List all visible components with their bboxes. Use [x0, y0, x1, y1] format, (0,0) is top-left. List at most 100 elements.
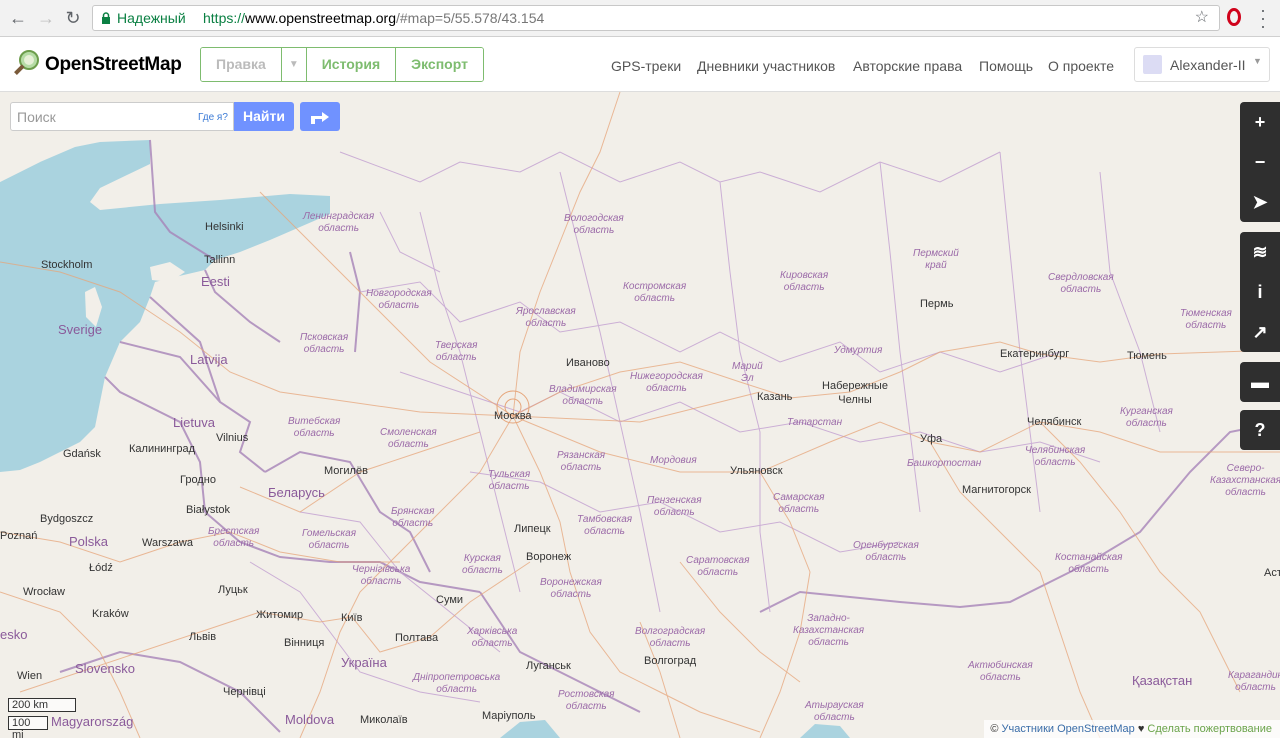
where-am-i-link[interactable]: Где я? — [198, 112, 228, 123]
city-label: Иваново — [566, 357, 610, 369]
region-label: Башкортостан — [907, 458, 982, 469]
city-label: Чернівці — [223, 686, 266, 698]
city-label: Łódź — [89, 562, 113, 574]
share-icon[interactable]: ↗ — [1240, 312, 1280, 352]
region-label: Гомельская область — [302, 528, 357, 551]
city-label: Wrocław — [23, 586, 65, 598]
opera-extension-icon[interactable] — [1227, 8, 1241, 26]
search-button[interactable]: Найти — [234, 102, 294, 131]
search-field[interactable]: Поиск Где я? — [10, 102, 234, 131]
region-label: Воронежская область — [540, 577, 602, 600]
address-bar[interactable]: Надежный https://www.openstreetmap.org/#… — [92, 5, 1220, 31]
region-label: Свердловская область — [1048, 272, 1114, 295]
site-header: OpenStreetMap Правка ▼ История Экспорт G… — [0, 37, 1280, 92]
forward-arrow-icon[interactable]: → — [36, 8, 56, 28]
comment-icon[interactable]: ▬ — [1240, 362, 1280, 402]
copyright-symbol: © — [990, 723, 999, 735]
region-label: Челябинская область — [1025, 445, 1086, 468]
nav-gps-traces[interactable]: GPS-треки — [611, 58, 681, 74]
region-label: Марий Эл — [732, 361, 763, 384]
city-label-edge: Аст — [1264, 567, 1280, 579]
map-canvas[interactable]: Eesti Sverige Latvija Lietuva Беларусь P… — [0, 92, 1280, 738]
region-label: Псковская область — [300, 332, 349, 355]
region-label: Брестская область — [208, 526, 260, 549]
export-button[interactable]: Экспорт — [396, 48, 483, 81]
info-icon[interactable]: i — [1240, 272, 1280, 312]
region-label: Мордовия — [650, 455, 697, 466]
region-label: Карагандин область — [1228, 670, 1280, 693]
region-label: Актюбинская область — [968, 660, 1033, 683]
country-label: Lietuva — [173, 415, 215, 430]
zoom-in-icon[interactable]: + — [1240, 102, 1280, 142]
edit-button-group: Правка ▼ История Экспорт — [200, 47, 484, 82]
history-button[interactable]: История — [306, 48, 397, 81]
nav-about[interactable]: О проекте — [1048, 58, 1114, 74]
city-label: Полтава — [395, 632, 439, 644]
country-label-edge: esko — [0, 627, 28, 642]
city-label: Набережные Челны — [822, 380, 888, 406]
contributors-link[interactable]: Участники OpenStreetMap — [1001, 723, 1134, 735]
donate-link[interactable]: Сделать пожертвование — [1147, 723, 1272, 735]
city-label: Пермь — [920, 298, 954, 310]
country-label: Eesti — [201, 274, 230, 289]
locate-icon[interactable]: ➤ — [1240, 182, 1280, 222]
lock-icon — [102, 12, 110, 24]
city-label: Калининград — [129, 443, 196, 455]
nav-copyright[interactable]: Авторские права — [853, 58, 962, 74]
site-title[interactable]: OpenStreetMap — [45, 54, 182, 76]
city-label: Gdańsk — [63, 448, 101, 460]
osm-logo-icon[interactable] — [11, 49, 41, 79]
city-label: Екатеринбург — [1000, 348, 1070, 360]
region-label: Курганская область — [1120, 406, 1173, 429]
city-label: Воронеж — [526, 551, 572, 563]
back-arrow-icon[interactable]: ← — [8, 8, 28, 28]
region-label: Харківська область — [467, 626, 518, 649]
city-label: Волгоград — [644, 655, 697, 667]
region-label: Чернігівська область — [352, 564, 411, 587]
city-label: Białystok — [186, 504, 231, 516]
region-label: Волгоградская область — [635, 626, 706, 649]
reload-icon[interactable]: ↻ — [63, 8, 83, 28]
region-label: Костанайская область — [1055, 552, 1123, 575]
city-label: Уфа — [920, 433, 943, 445]
scale-mi: 100 mi — [8, 716, 48, 738]
city-label: Ульяновск — [730, 465, 783, 477]
country-label: Sverige — [58, 322, 103, 337]
city-label: Челябинск — [1027, 416, 1082, 428]
region-label: Самарская область — [773, 492, 825, 515]
bookmark-star-icon[interactable]: ☆ — [1195, 6, 1209, 30]
city-label: Bydgoszcz — [40, 513, 94, 525]
region-label: Тульская область — [488, 469, 531, 492]
zoom-out-icon[interactable]: − — [1240, 142, 1280, 182]
country-label: Moldova — [285, 712, 335, 727]
city-label: Липецк — [514, 523, 551, 535]
map-tools: ≋ i ↗ — [1240, 232, 1280, 352]
note-control: ▬ — [1240, 362, 1280, 402]
region-label: Удмуртия — [834, 345, 883, 356]
region-label: Владимирская область — [549, 384, 617, 407]
help-icon[interactable]: ? — [1240, 410, 1280, 450]
browser-menu-icon[interactable]: · · · — [1258, 1, 1268, 35]
region-label: Вологодская область — [564, 213, 624, 236]
region-label: Ростовская область — [558, 689, 615, 712]
region-label: Нижегородская область — [630, 371, 703, 394]
directions-button[interactable] — [300, 102, 340, 131]
edit-button[interactable]: Правка — [201, 48, 282, 81]
user-menu[interactable]: Alexander-II ▼ — [1134, 47, 1270, 82]
country-label: Slovensko — [75, 661, 135, 676]
city-label: Москва — [494, 410, 532, 422]
search-input[interactable]: Поиск — [17, 109, 56, 125]
edit-dropdown-caret-icon[interactable]: ▼ — [281, 48, 307, 81]
region-label: Новгородская область — [366, 288, 432, 311]
city-label: Вінниця — [284, 637, 325, 649]
scale-km: 200 km — [8, 698, 76, 712]
city-label: Tallinn — [204, 254, 236, 266]
country-label: Polska — [69, 534, 109, 549]
city-label: Helsinki — [205, 221, 244, 233]
nav-user-diaries[interactable]: Дневники участников — [697, 58, 835, 74]
region-label: Рязанская область — [557, 450, 606, 473]
nav-help[interactable]: Помощь — [979, 58, 1033, 74]
country-label: Magyarország — [51, 714, 134, 729]
region-label: Смоленская область — [380, 427, 437, 450]
layers-icon[interactable]: ≋ — [1240, 232, 1280, 272]
